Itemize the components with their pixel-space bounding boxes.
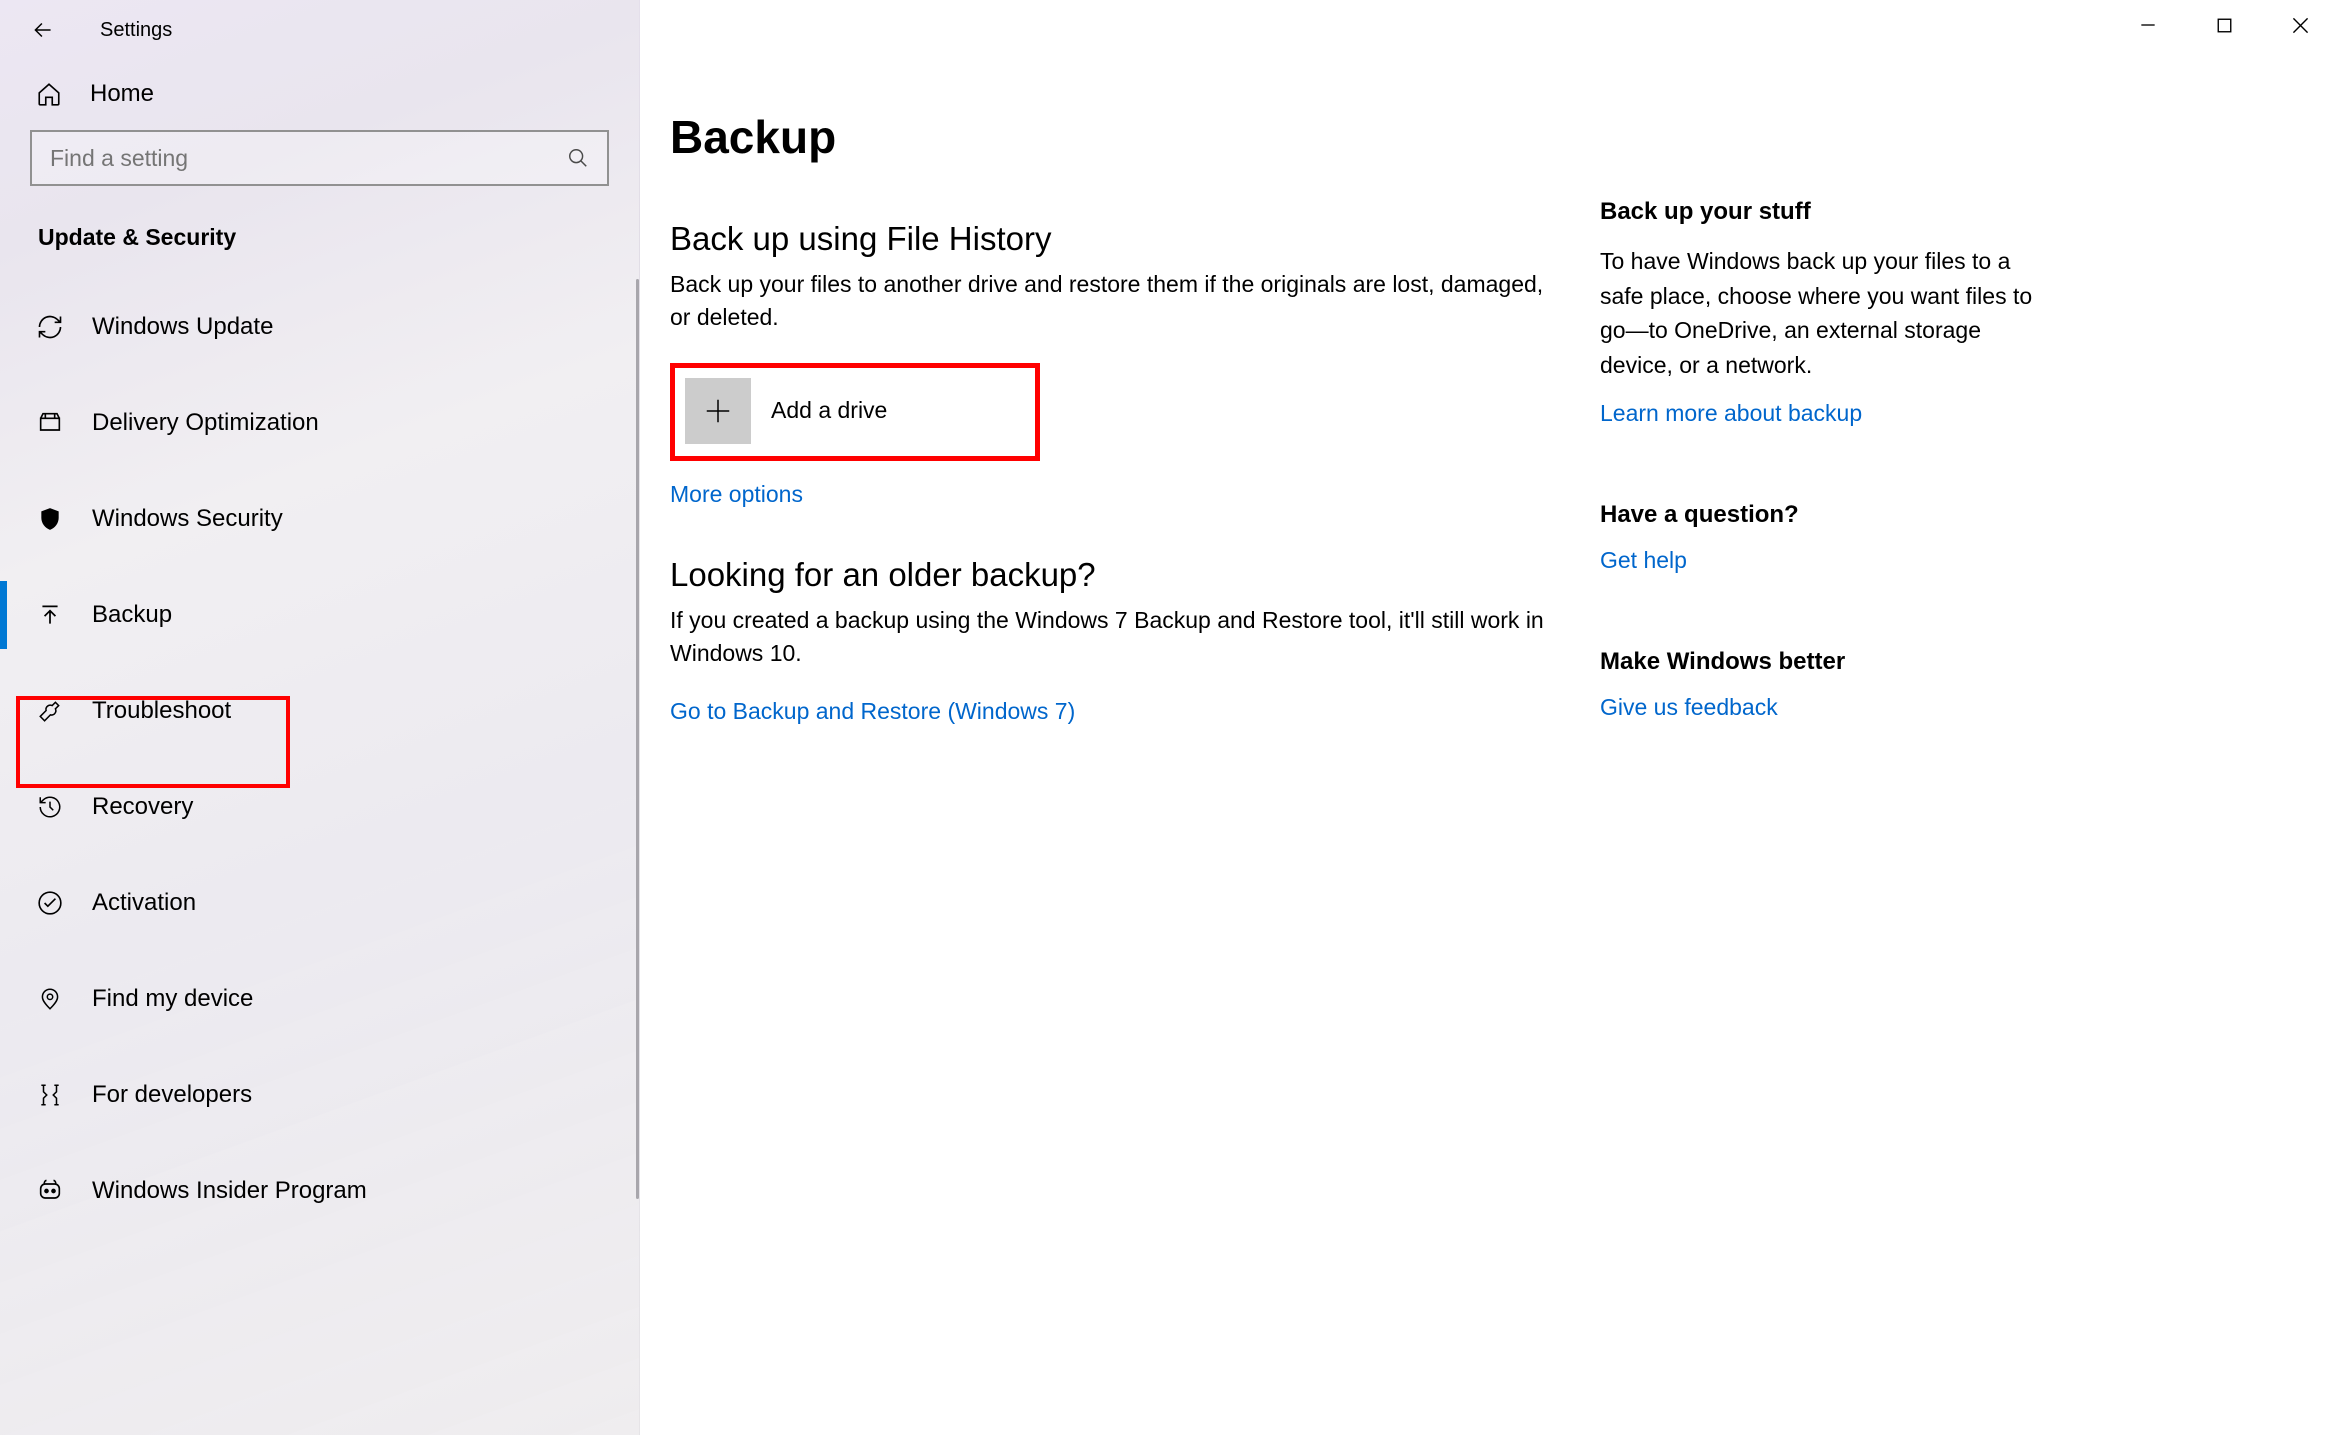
sidebar-item-recovery[interactable]: Recovery: [0, 759, 639, 855]
sidebar-item-activation[interactable]: Activation: [0, 855, 639, 951]
insider-icon: [36, 1177, 64, 1205]
highlight-add-drive: Add a drive: [670, 363, 1040, 461]
backup-icon: [36, 601, 64, 629]
history-icon: [36, 793, 64, 821]
shield-icon: [36, 505, 64, 533]
aside: Back up your stuff To have Windows back …: [1600, 0, 2120, 1435]
sidebar-item-label: Recovery: [92, 793, 193, 821]
sidebar-nav: Windows Update Delivery Optimization Win…: [0, 279, 639, 1239]
sidebar-item-troubleshoot[interactable]: Troubleshoot: [0, 663, 639, 759]
titlebar: Settings: [0, 0, 639, 60]
search-input[interactable]: [50, 145, 567, 172]
aside-stuff-title: Back up your stuff: [1600, 198, 2050, 226]
sidebar-home[interactable]: Home: [0, 60, 639, 130]
sidebar: Settings Home Update & Security Windows …: [0, 0, 640, 1435]
backup-restore-link[interactable]: Go to Backup and Restore (Windows 7): [670, 698, 1075, 725]
sidebar-item-label: Windows Insider Program: [92, 1177, 367, 1205]
location-icon: [36, 985, 64, 1013]
sidebar-item-find-my-device[interactable]: Find my device: [0, 951, 639, 1047]
sidebar-item-insider[interactable]: Windows Insider Program: [0, 1143, 639, 1239]
learn-more-link[interactable]: Learn more about backup: [1600, 400, 1862, 427]
sidebar-item-windows-security[interactable]: Windows Security: [0, 471, 639, 567]
get-help-link[interactable]: Get help: [1600, 547, 1687, 574]
sidebar-item-label: Troubleshoot: [92, 697, 231, 725]
section-file-history-body: Back up your files to another drive and …: [670, 268, 1550, 335]
tools-icon: [36, 1081, 64, 1109]
minimize-button[interactable]: [2110, 0, 2186, 50]
sync-icon: [36, 313, 64, 341]
wrench-icon: [36, 697, 64, 725]
section-older-backup-body: If you created a backup using the Window…: [670, 604, 1550, 671]
sidebar-item-label: Windows Security: [92, 505, 283, 533]
content: Backup Back up using File History Back u…: [640, 0, 1600, 1435]
check-icon: [36, 889, 64, 917]
page-title: Backup: [670, 110, 1550, 164]
aside-better-title: Make Windows better: [1600, 648, 2050, 676]
aside-better: Make Windows better Give us feedback: [1600, 648, 2050, 721]
sidebar-home-label: Home: [90, 80, 154, 108]
plus-icon: [685, 378, 751, 444]
sidebar-item-backup[interactable]: Backup: [0, 567, 639, 663]
more-options-link[interactable]: More options: [670, 481, 803, 508]
aside-backup-stuff: Back up your stuff To have Windows back …: [1600, 198, 2050, 427]
close-button[interactable]: [2262, 0, 2338, 50]
sidebar-item-label: Windows Update: [92, 313, 273, 341]
maximize-icon: [2217, 18, 2232, 33]
aside-question: Have a question? Get help: [1600, 501, 2050, 574]
sidebar-item-windows-update[interactable]: Windows Update: [0, 279, 639, 375]
window-controls: [2110, 0, 2338, 50]
sidebar-item-label: For developers: [92, 1081, 252, 1109]
home-icon: [36, 81, 62, 107]
close-icon: [2292, 17, 2309, 34]
delivery-icon: [36, 409, 64, 437]
sidebar-category: Update & Security: [0, 216, 639, 279]
aside-question-title: Have a question?: [1600, 501, 2050, 529]
feedback-link[interactable]: Give us feedback: [1600, 694, 1778, 721]
add-drive-label: Add a drive: [771, 397, 887, 424]
sidebar-item-delivery-optimization[interactable]: Delivery Optimization: [0, 375, 639, 471]
section-older-backup-title: Looking for an older backup?: [670, 556, 1550, 594]
sidebar-item-label: Backup: [92, 601, 172, 629]
back-button[interactable]: [28, 15, 58, 45]
aside-stuff-body: To have Windows back up your files to a …: [1600, 244, 2050, 382]
sidebar-item-label: Find my device: [92, 985, 253, 1013]
add-drive-button[interactable]: Add a drive: [685, 378, 1023, 444]
main: Backup Back up using File History Back u…: [640, 0, 2338, 1435]
search-icon: [567, 147, 589, 169]
maximize-button[interactable]: [2186, 0, 2262, 50]
section-file-history-title: Back up using File History: [670, 220, 1550, 258]
arrow-left-icon: [30, 17, 56, 43]
window-title: Settings: [100, 19, 172, 42]
sidebar-item-label: Delivery Optimization: [92, 409, 319, 437]
search-box[interactable]: [30, 130, 609, 186]
sidebar-item-for-developers[interactable]: For developers: [0, 1047, 639, 1143]
sidebar-item-label: Activation: [92, 889, 196, 917]
minimize-icon: [2140, 17, 2156, 33]
